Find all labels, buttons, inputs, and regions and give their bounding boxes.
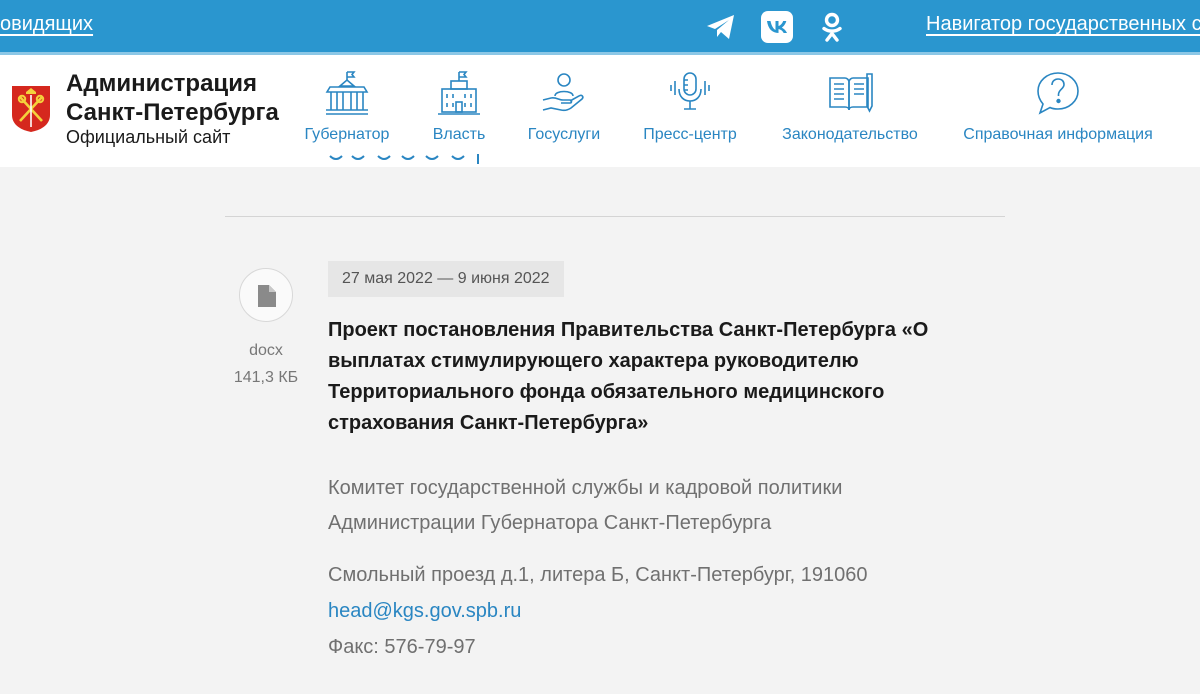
date-range-badge: 27 мая 2022 — 9 июня 2022 <box>328 261 564 297</box>
file-download-button[interactable] <box>239 268 293 322</box>
menu-item-legislation[interactable]: Законодательство <box>778 70 922 144</box>
menu-item-label: Пресс-центр <box>643 126 737 143</box>
microphone-icon <box>670 72 710 110</box>
file-size: 141,3 КБ <box>233 369 299 386</box>
site-title[interactable]: Администрация Санкт-Петербурга <box>66 69 279 127</box>
cutoff-text-fragment <box>329 154 479 164</box>
menu-item-label: Законодательство <box>782 126 918 143</box>
telegram-icon[interactable] <box>704 10 738 44</box>
governor-palace-icon <box>325 71 369 115</box>
vk-icon[interactable] <box>760 10 794 44</box>
menu-item-label: Госуслуги <box>527 126 601 143</box>
menu-item-label: Справочная информация <box>963 126 1153 143</box>
document-organization: Комитет государственной службы и кадрово… <box>328 477 843 534</box>
spb-emblem-icon[interactable] <box>11 85 51 133</box>
government-building-icon <box>438 71 480 115</box>
document-file-icon <box>258 285 276 307</box>
book-icon <box>829 73 873 113</box>
menu-item-services[interactable]: Госуслуги <box>525 70 603 144</box>
site-subtitle: Официальный сайт <box>66 127 231 147</box>
question-bubble-icon <box>1037 72 1079 115</box>
document-fax: Факс: 576-79-97 <box>328 636 476 658</box>
menu-item-reference-info[interactable]: Справочная информация <box>961 70 1155 144</box>
menu-item-label: Власть <box>432 126 486 143</box>
document-address: Смольный проезд д.1, литера Б, Санкт-Пет… <box>328 564 868 586</box>
file-type: docx <box>249 342 283 359</box>
menu-item-power[interactable]: Власть <box>430 70 488 144</box>
menu-item-governor[interactable]: Губернатор <box>303 70 391 144</box>
site-header: Администрация Санкт-Петербурга Официальн… <box>0 55 1200 167</box>
site-title-line2: Санкт-Петербурга <box>66 99 279 126</box>
previous-item-email-cutoff <box>328 150 488 174</box>
gov-sites-navigator-link[interactable]: Навигатор государственных са <box>926 13 1200 36</box>
document-email-link[interactable]: head@kgs.gov.spb.ru <box>328 600 521 623</box>
menu-item-press-center[interactable]: Пресс-центр <box>641 70 739 144</box>
accessibility-version-link[interactable]: овидящих <box>0 13 93 36</box>
hand-person-icon <box>542 73 584 112</box>
odnoklassniki-icon[interactable] <box>815 10 849 44</box>
site-title-line1: Администрация <box>66 70 257 97</box>
list-divider <box>225 216 1005 217</box>
top-bar: овидящих Навигатор государственных са <box>0 0 1200 52</box>
document-title[interactable]: Проект постановления Правительства Санкт… <box>328 315 988 439</box>
menu-item-label: Губернатор <box>304 126 390 143</box>
